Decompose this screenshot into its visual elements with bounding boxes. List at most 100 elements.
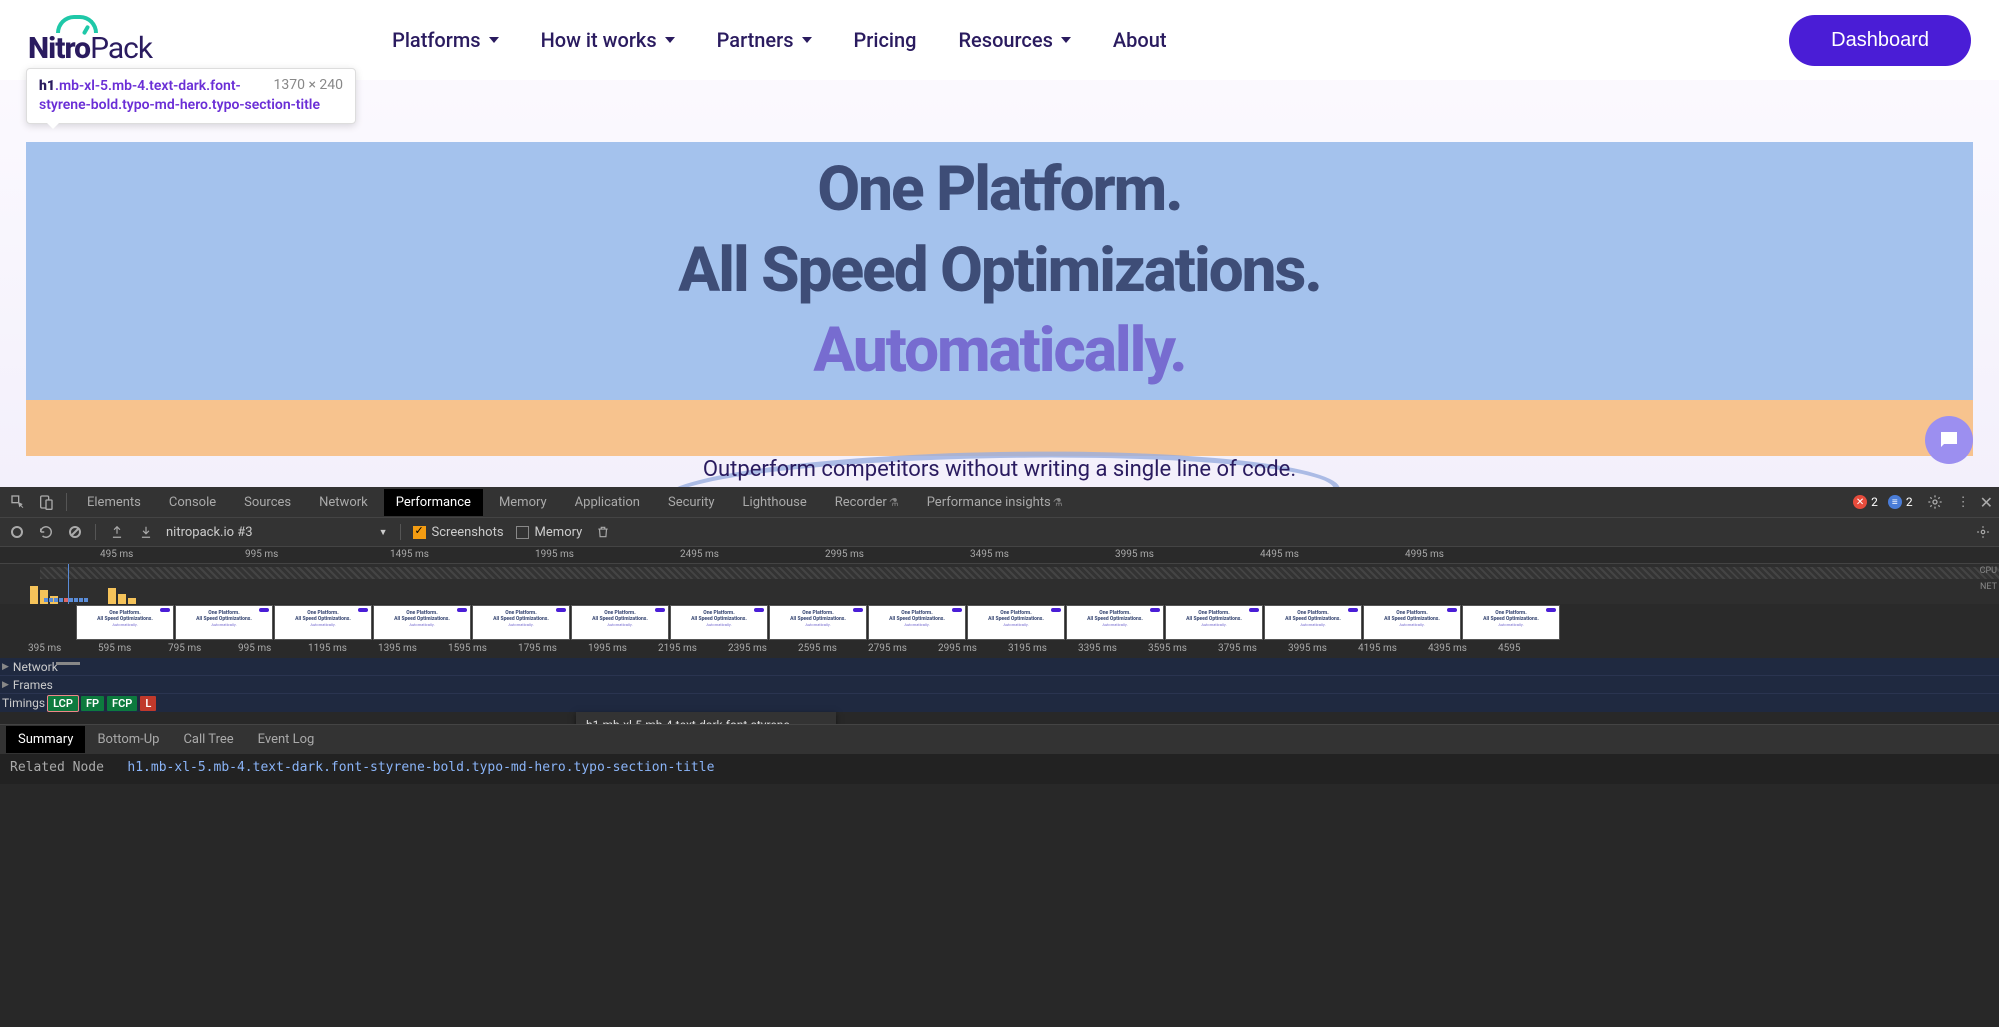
nav-partners[interactable]: Partners: [717, 28, 812, 52]
close-icon[interactable]: ✕: [1980, 493, 1993, 512]
filmstrip-frame[interactable]: One Platform.All Speed Optimizations.Aut…: [967, 605, 1065, 640]
tab-security[interactable]: Security: [656, 489, 727, 516]
detail-value[interactable]: h1.mb-xl-5.mb-4.text-dark.font-styrene-b…: [127, 760, 714, 775]
filmstrip-frame[interactable]: One Platform.All Speed Optimizations.Aut…: [868, 605, 966, 640]
session-select[interactable]: nitropack.io #3▼: [166, 525, 388, 540]
flame-ruler[interactable]: 395 ms595 ms795 ms995 ms1195 ms1395 ms15…: [0, 641, 1999, 658]
ruler-tick: 4595: [1498, 643, 1520, 654]
nav-how-it-works[interactable]: How it works: [541, 28, 675, 52]
screenshots-filmstrip[interactable]: One Platform.All Speed Optimizations.Aut…: [0, 604, 1999, 641]
tab-recorder[interactable]: Recorder⚗: [823, 489, 911, 516]
dashboard-button[interactable]: Dashboard: [1789, 15, 1971, 66]
track-frames[interactable]: ▶Frames: [0, 676, 1999, 694]
ruler-tick: 3595 ms: [1148, 643, 1187, 654]
message-number: 2: [1906, 495, 1913, 509]
ruler-tick: 1995 ms: [588, 643, 627, 654]
clear-icon[interactable]: [66, 524, 83, 541]
tab-call-tree[interactable]: Call Tree: [171, 726, 245, 753]
timing-l-badge[interactable]: L: [140, 696, 156, 711]
nav-pricing[interactable]: Pricing: [854, 28, 917, 52]
filmstrip-frame[interactable]: One Platform.All Speed Optimizations.Aut…: [1165, 605, 1263, 640]
tab-summary[interactable]: Summary: [6, 726, 85, 753]
tab-event-log[interactable]: Event Log: [246, 726, 327, 753]
settings-icon[interactable]: [1974, 524, 1991, 541]
track-network[interactable]: ▶Network: [0, 658, 1999, 676]
filmstrip-frame[interactable]: One Platform.All Speed Optimizations.Aut…: [769, 605, 867, 640]
more-icon[interactable]: ⋮: [1957, 495, 1970, 510]
website-viewport: NitroPack Platforms How it works Partner…: [0, 0, 1999, 487]
filmstrip-frame[interactable]: One Platform.All Speed Optimizations.Aut…: [1363, 605, 1461, 640]
upload-icon[interactable]: [108, 524, 125, 541]
tab-console[interactable]: Console: [157, 489, 228, 516]
tab-performance-insights[interactable]: Performance insights⚗: [915, 489, 1075, 516]
overview-cpu-label: CPU: [1980, 566, 1997, 576]
nav-label: Resources: [958, 28, 1052, 52]
filmstrip-frame[interactable]: One Platform.All Speed Optimizations.Aut…: [274, 605, 372, 640]
message-count[interactable]: ≡2: [1888, 495, 1913, 509]
track-timings[interactable]: Timings LCP FP FCP L: [0, 694, 1999, 712]
nav-menu: Platforms How it works Partners Pricing …: [392, 28, 1166, 52]
tab-application[interactable]: Application: [563, 489, 652, 516]
trash-icon[interactable]: [594, 524, 611, 541]
ruler-tick: 2495 ms: [680, 549, 719, 560]
filmstrip-frame[interactable]: One Platform.All Speed Optimizations.Aut…: [670, 605, 768, 640]
flask-icon: ⚗: [889, 496, 899, 509]
overview-strip[interactable]: CPU NET: [0, 564, 1999, 604]
message-icon: ≡: [1888, 495, 1902, 509]
error-icon: ✕: [1853, 495, 1867, 509]
timing-lcp-badge[interactable]: LCP: [48, 696, 78, 711]
filmstrip-frame[interactable]: One Platform.All Speed Optimizations.Aut…: [175, 605, 273, 640]
tab-elements[interactable]: Elements: [75, 489, 153, 516]
tab-label: Recorder: [835, 495, 887, 510]
reload-icon[interactable]: [37, 524, 54, 541]
chevron-down-icon: [802, 37, 812, 43]
filmstrip-frame[interactable]: One Platform.All Speed Optimizations.Aut…: [1066, 605, 1164, 640]
tab-lighthouse[interactable]: Lighthouse: [731, 489, 819, 516]
timing-fp-badge[interactable]: FP: [81, 696, 104, 711]
nav-label: Pricing: [854, 28, 917, 52]
download-icon[interactable]: [137, 524, 154, 541]
overview-ruler[interactable]: 495 ms995 ms1495 ms1995 ms2495 ms2995 ms…: [0, 547, 1999, 564]
device-toggle-icon[interactable]: [38, 494, 54, 510]
nav-platforms[interactable]: Platforms: [392, 28, 499, 52]
filmstrip-frame[interactable]: One Platform.All Speed Optimizations.Aut…: [1462, 605, 1560, 640]
performance-toolbar: nitropack.io #3▼ Screenshots Memory: [0, 518, 1999, 547]
record-icon[interactable]: [8, 524, 25, 541]
track-label: Timings: [2, 696, 45, 710]
ruler-tick: 2995 ms: [938, 643, 977, 654]
track-label: Network: [13, 660, 58, 674]
checkbox-icon: [516, 526, 529, 539]
ruler-tick: 2995 ms: [825, 549, 864, 560]
hero-tagline: Outperform competitors without writing a…: [0, 457, 1999, 482]
filmstrip-frame[interactable]: One Platform.All Speed Optimizations.Aut…: [373, 605, 471, 640]
logo[interactable]: NitroPack: [28, 15, 152, 66]
tab-sources[interactable]: Sources: [232, 489, 303, 516]
filmstrip-frame[interactable]: One Platform.All Speed Optimizations.Aut…: [76, 605, 174, 640]
filmstrip-frame[interactable]: One Platform.All Speed Optimizations.Aut…: [571, 605, 669, 640]
devtools-panel: Elements Console Sources Network Perform…: [0, 487, 1999, 1027]
ruler-tick: 595 ms: [98, 643, 131, 654]
memory-checkbox[interactable]: Memory: [516, 525, 583, 540]
session-label: nitropack.io #3: [166, 525, 253, 540]
ruler-tick: 2795 ms: [868, 643, 907, 654]
gear-icon[interactable]: [1927, 494, 1943, 510]
error-count[interactable]: ✕2: [1853, 495, 1878, 509]
tab-performance[interactable]: Performance: [384, 489, 483, 516]
timing-fcp-badge[interactable]: FCP: [107, 696, 137, 711]
tab-bottom-up[interactable]: Bottom-Up: [85, 726, 171, 753]
chevron-down-icon: [489, 37, 499, 43]
hero-margin-highlight: One Platform. All Speed Optimizations. A…: [26, 142, 1973, 456]
inspect-icon[interactable]: [10, 494, 26, 510]
detail-label: Related Node: [10, 760, 104, 775]
logo-text: Pack: [90, 31, 152, 66]
filmstrip-frame[interactable]: One Platform.All Speed Optimizations.Aut…: [472, 605, 570, 640]
ruler-tick: 1395 ms: [378, 643, 417, 654]
nav-about[interactable]: About: [1113, 28, 1167, 52]
chat-widget[interactable]: [1925, 416, 1973, 464]
tab-network[interactable]: Network: [307, 489, 380, 516]
devtools-tabs: Elements Console Sources Network Perform…: [0, 487, 1999, 518]
tab-memory[interactable]: Memory: [487, 489, 559, 516]
filmstrip-frame[interactable]: One Platform.All Speed Optimizations.Aut…: [1264, 605, 1362, 640]
nav-resources[interactable]: Resources: [958, 28, 1070, 52]
screenshots-checkbox[interactable]: Screenshots: [413, 525, 504, 540]
